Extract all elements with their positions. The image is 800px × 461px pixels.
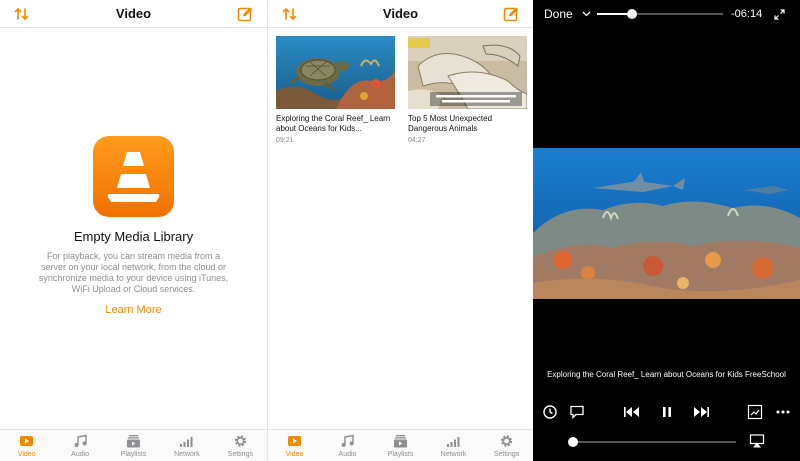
more-options-icon[interactable] (775, 404, 791, 420)
nav-bar: Video (268, 0, 533, 28)
tab-audio[interactable]: Audio (53, 430, 106, 461)
player-top-bar: Done -06:14 (533, 0, 800, 28)
tab-network[interactable]: Network (427, 430, 480, 461)
pelicans-thumbnail-image (408, 36, 527, 109)
tab-label: Network (440, 451, 467, 458)
video-icon (20, 436, 34, 446)
tab-video[interactable]: Video (0, 430, 53, 461)
skip-forward-icon[interactable] (691, 404, 711, 420)
gear-icon (500, 435, 513, 447)
video-icon (288, 436, 301, 446)
video-thumbnail[interactable] (408, 36, 527, 109)
signal-bars-icon (447, 437, 460, 447)
playlist-icon (127, 435, 141, 448)
chevron-down-icon[interactable] (582, 9, 591, 18)
tab-playlists[interactable]: Playlists (107, 430, 160, 461)
video-card[interactable]: Top 5 Most Unexpected Dangerous Animals … (408, 36, 527, 144)
video-card[interactable]: Exploring the Coral Reef_ Learn about Oc… (276, 36, 395, 144)
tab-settings[interactable]: Settings (480, 430, 533, 461)
volume-slider-knob[interactable] (568, 437, 578, 447)
music-note-icon (341, 434, 354, 447)
video-frame[interactable] (533, 148, 800, 299)
aspect-ratio-icon[interactable] (747, 404, 763, 420)
music-note-icon (74, 434, 87, 447)
done-button[interactable]: Done (544, 7, 573, 21)
vlc-logo (93, 136, 174, 217)
pause-icon[interactable] (659, 404, 675, 420)
tab-label: Video (285, 451, 304, 458)
playback-scrubber[interactable] (597, 9, 723, 19)
video-title: Exploring the Coral Reef_ Learn about Oc… (276, 114, 391, 133)
sea-turtle-thumbnail-image (276, 36, 395, 109)
nav-bar: Video (0, 0, 267, 28)
video-title: Top 5 Most Unexpected Dangerous Animals (408, 114, 493, 133)
tab-network[interactable]: Network (160, 430, 213, 461)
traffic-cone-icon (107, 152, 160, 202)
empty-state-title: Empty Media Library (73, 229, 194, 244)
time-remaining: -06:14 (731, 8, 763, 20)
playback-controls (533, 400, 800, 424)
video-duration: 04:27 (408, 137, 426, 144)
tab-bar: Video Audio Playlists Network Settings (0, 429, 267, 461)
tab-settings[interactable]: Settings (214, 430, 267, 461)
learn-more-link[interactable]: Learn More (0, 304, 267, 316)
tab-label: Settings (227, 451, 253, 458)
tab-label: Network (174, 451, 200, 458)
playback-scrubber-knob[interactable] (627, 9, 638, 19)
tab-label: Playlists (120, 451, 147, 458)
tab-label: Settings (493, 451, 520, 458)
playlist-icon (394, 435, 407, 448)
empty-state-description: For playback, you can stream media from … (38, 251, 229, 294)
tab-audio[interactable]: Audio (321, 430, 374, 461)
expand-icon[interactable] (774, 9, 785, 20)
edit-icon[interactable] (503, 6, 519, 22)
gear-icon (234, 435, 246, 447)
tab-video[interactable]: Video (268, 430, 321, 461)
video-thumbnail[interactable] (276, 36, 395, 109)
tab-bar: Video Audio Playlists Network Settings (268, 429, 533, 461)
tab-playlists[interactable]: Playlists (374, 430, 427, 461)
signal-bars-icon (180, 437, 193, 447)
clock-icon[interactable] (542, 404, 558, 420)
subtitle-text: Exploring the Coral Reef_ Learn about Oc… (547, 370, 786, 379)
subtitles-icon[interactable] (569, 404, 585, 420)
tab-label: Audio (338, 451, 357, 458)
page-title: Video (382, 6, 419, 21)
airplay-icon[interactable] (749, 434, 765, 448)
page-title: Video (115, 6, 152, 21)
volume-slider[interactable] (568, 437, 736, 447)
tab-label: Playlists (387, 451, 414, 458)
library-pane: Video Empty Media Library For playback, … (0, 0, 267, 461)
coral-reef-video-image (533, 148, 800, 299)
video-player-pane: Done -06:14 Exploring the Coral Reef_ Le… (533, 0, 800, 461)
skip-back-icon[interactable] (622, 404, 642, 420)
video-grid-pane: Video Exploring the Coral Reef_ Learn ab… (267, 0, 533, 461)
video-duration: 09:21 (276, 137, 294, 144)
edit-icon[interactable] (237, 6, 253, 22)
tab-label: Video (17, 451, 36, 458)
tab-label: Audio (71, 451, 90, 458)
